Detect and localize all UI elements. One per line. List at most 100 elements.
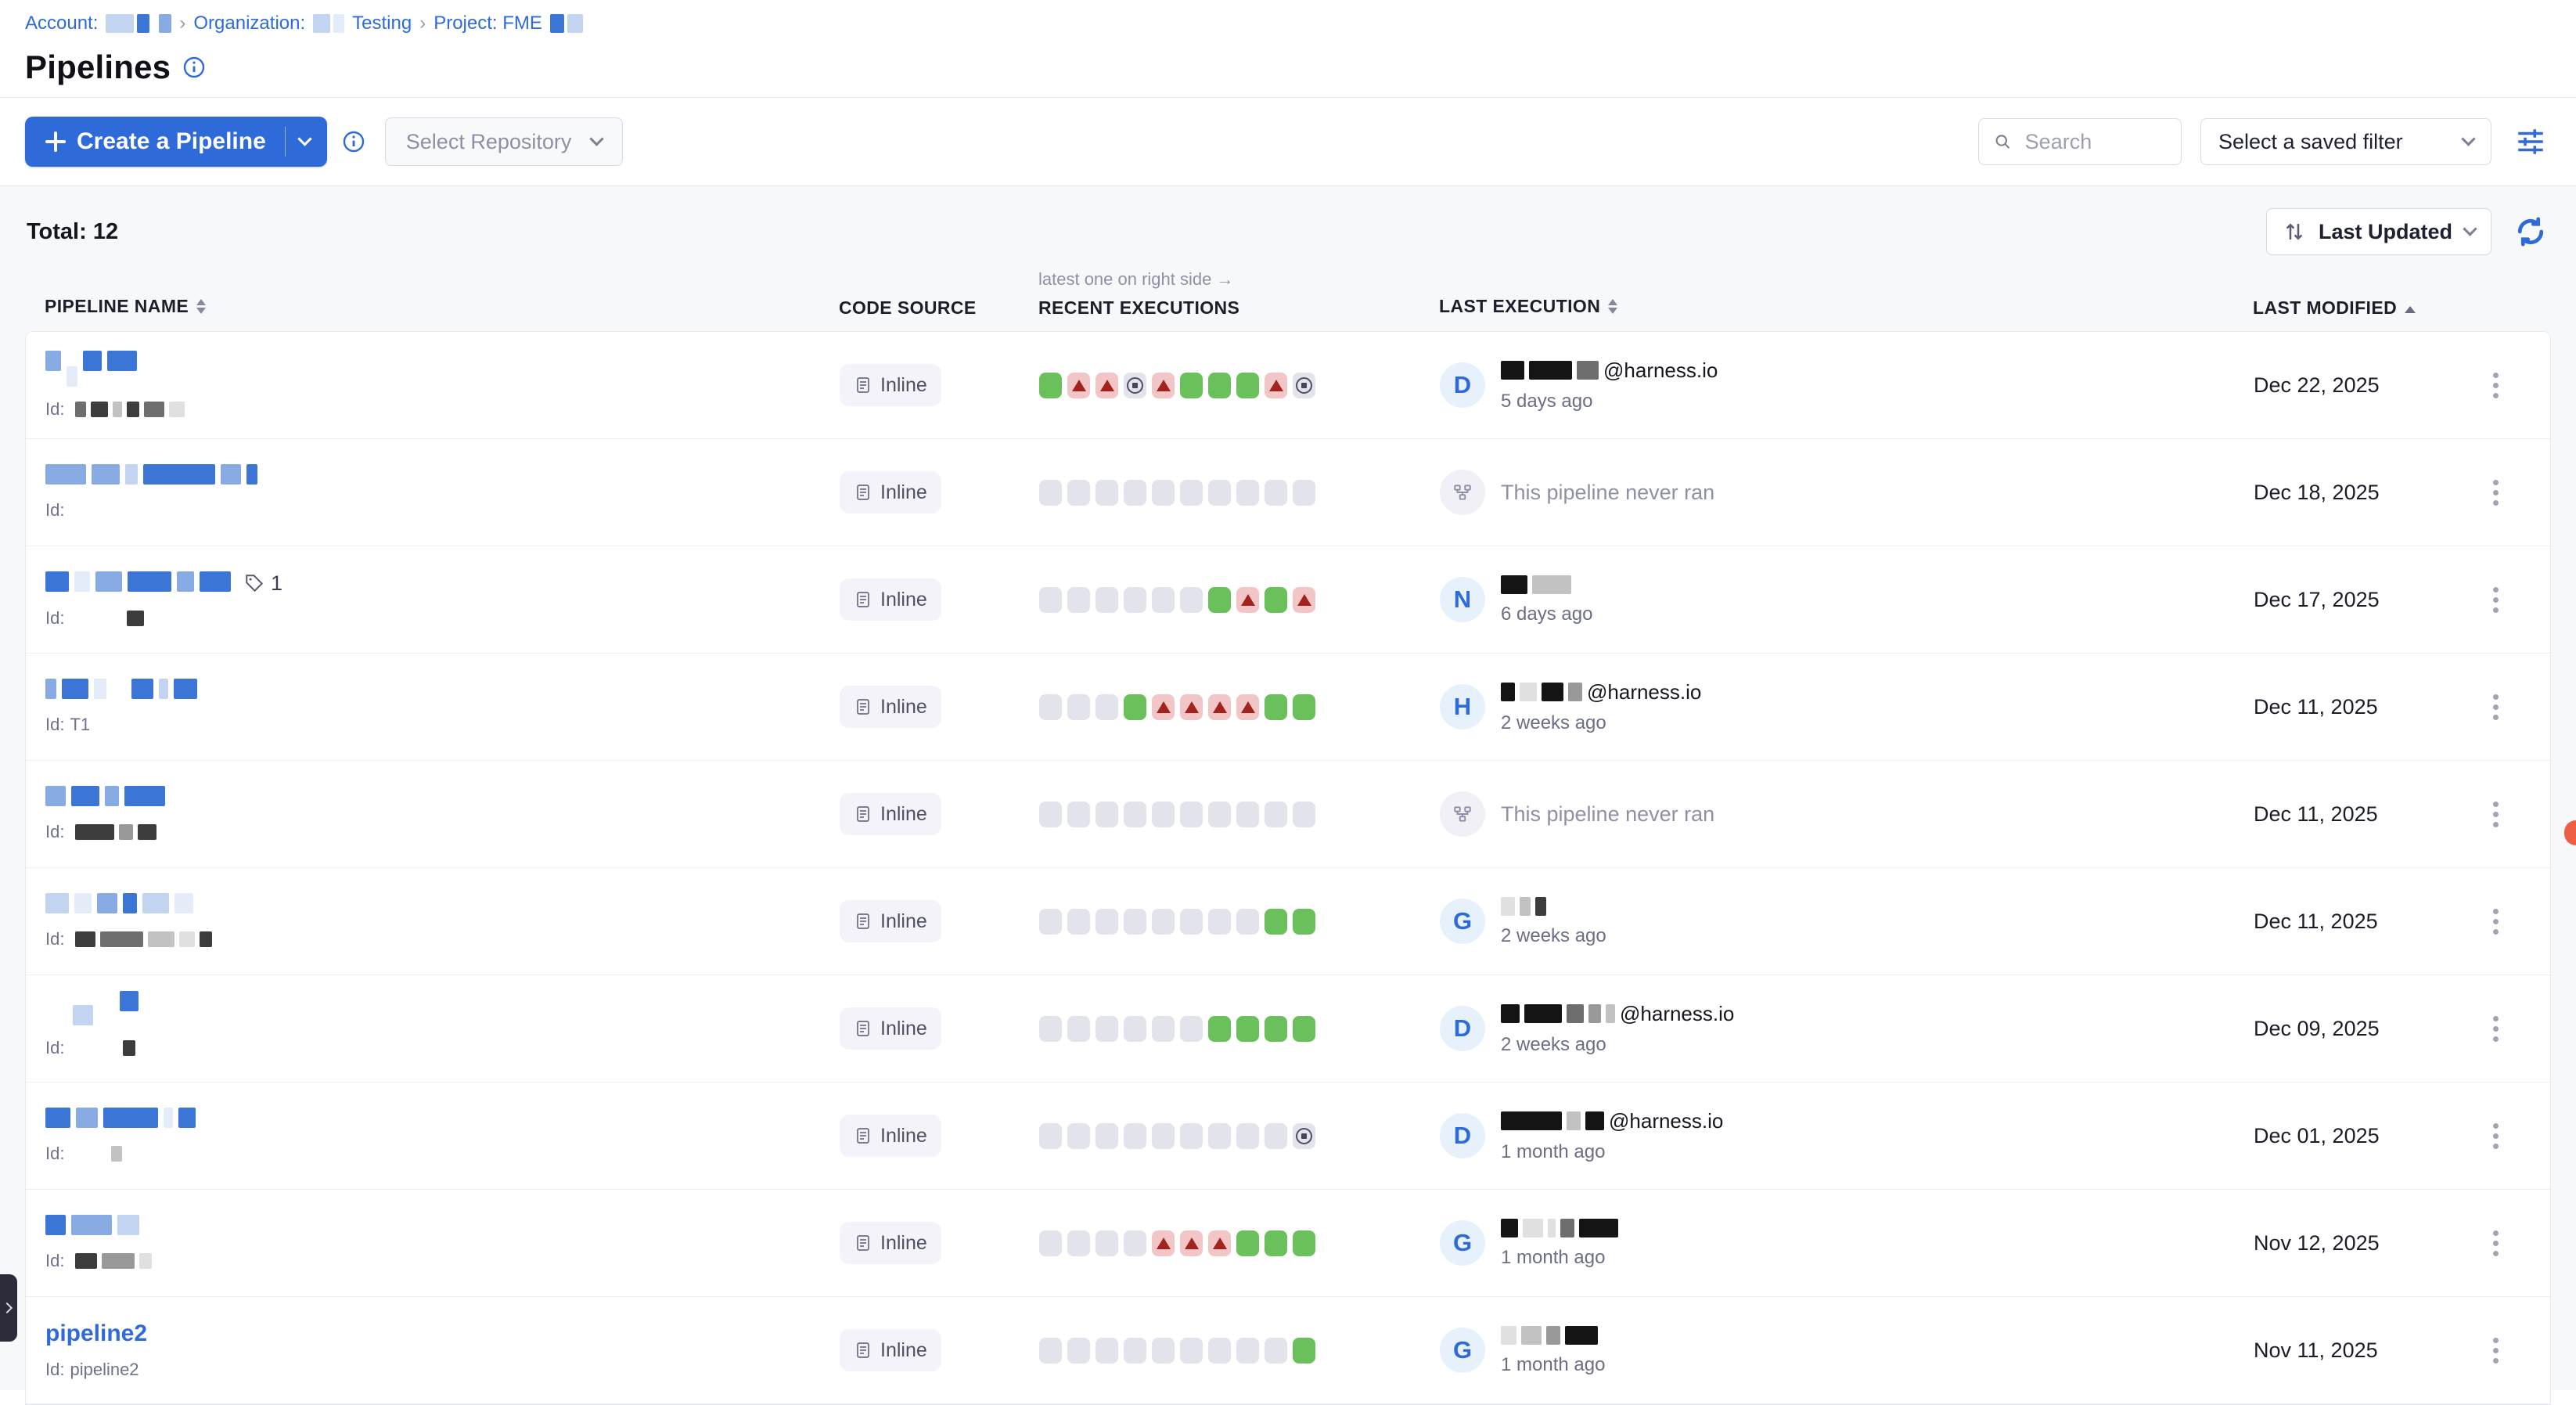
header-pipeline-name[interactable]: PIPELINE NAME xyxy=(45,296,189,317)
execution-success[interactable] xyxy=(1265,909,1287,935)
redacted-block xyxy=(200,571,231,592)
row-menu-button[interactable] xyxy=(2485,901,2506,942)
execution-success[interactable] xyxy=(1265,694,1287,720)
row-menu-button[interactable] xyxy=(2485,794,2506,835)
execution-aborted[interactable] xyxy=(1293,373,1315,398)
execution-success[interactable] xyxy=(1208,1016,1231,1042)
redacted-block xyxy=(112,679,126,699)
execution-failed[interactable] xyxy=(1208,1230,1231,1256)
breadcrumb-organization-link[interactable]: Organization: xyxy=(193,13,305,34)
redacted-block xyxy=(138,824,157,840)
sort-asc-icon[interactable] xyxy=(2405,301,2416,313)
redacted-block xyxy=(75,1040,118,1056)
execution-success[interactable] xyxy=(1236,1230,1259,1256)
execution-success[interactable] xyxy=(1293,694,1315,720)
search-box[interactable] xyxy=(1978,118,2182,165)
inline-file-icon xyxy=(854,1126,872,1145)
execution-empty xyxy=(1039,1123,1062,1149)
sort-toggle-icon[interactable] xyxy=(1608,294,1617,319)
inline-file-icon xyxy=(854,912,872,931)
execution-success[interactable] xyxy=(1265,1230,1287,1256)
execution-success[interactable] xyxy=(1293,909,1315,935)
execution-success[interactable] xyxy=(1293,1338,1315,1364)
inline-file-icon xyxy=(854,805,872,823)
execution-success[interactable] xyxy=(1208,587,1231,613)
execution-failed[interactable] xyxy=(1236,694,1259,720)
execution-failed[interactable] xyxy=(1067,373,1090,398)
redacted-block xyxy=(200,931,212,947)
breadcrumb-org-name[interactable]: Testing xyxy=(352,13,412,34)
breadcrumb-separator: › xyxy=(419,13,426,34)
execution-failed[interactable] xyxy=(1236,587,1259,613)
redacted-block xyxy=(123,1040,135,1056)
redacted-block xyxy=(45,1215,66,1235)
avatar: D xyxy=(1440,362,1485,408)
execution-empty xyxy=(1180,587,1203,613)
execution-failed[interactable] xyxy=(1265,373,1287,398)
recent-executions-cell xyxy=(1039,1230,1440,1256)
header-last-execution[interactable]: LAST EXECUTION xyxy=(1439,296,1600,317)
execution-aborted[interactable] xyxy=(1124,373,1146,398)
pipeline-id-redaction xyxy=(75,1040,135,1056)
row-menu-button[interactable] xyxy=(2485,1008,2506,1050)
select-repository-dropdown[interactable]: Select Repository xyxy=(385,117,624,166)
execution-empty xyxy=(1124,1230,1146,1256)
execution-success[interactable] xyxy=(1265,1016,1287,1042)
execution-failed[interactable] xyxy=(1152,373,1175,398)
code-source-cell: Inline xyxy=(840,578,1039,621)
filter-settings-button[interactable] xyxy=(2510,121,2551,162)
execution-success[interactable] xyxy=(1293,1016,1315,1042)
redacted-block xyxy=(45,679,56,699)
pipeline-name-cell: Id: xyxy=(26,786,840,842)
sort-dropdown[interactable]: Last Updated xyxy=(2266,208,2491,255)
search-input[interactable] xyxy=(2024,129,2167,155)
row-menu-button[interactable] xyxy=(2485,579,2506,621)
row-menu-button[interactable] xyxy=(2485,365,2506,406)
execution-failed[interactable] xyxy=(1180,1230,1203,1256)
execution-success[interactable] xyxy=(1236,1016,1259,1042)
redacted-block xyxy=(102,1253,135,1269)
redacted-block xyxy=(143,464,215,485)
execution-success[interactable] xyxy=(1180,373,1203,398)
pipeline-name-link[interactable]: pipeline2 xyxy=(45,1320,147,1347)
execution-success[interactable] xyxy=(1293,1230,1315,1256)
execution-success[interactable] xyxy=(1208,373,1231,398)
execution-failed[interactable] xyxy=(1152,1230,1175,1256)
page-header: Account: › Organization: Testing › Proje… xyxy=(0,0,2576,97)
execution-success[interactable] xyxy=(1236,373,1259,398)
breadcrumb-project-link[interactable]: Project: FME xyxy=(434,13,542,34)
redacted-block xyxy=(144,402,164,417)
execution-aborted[interactable] xyxy=(1293,1123,1315,1149)
breadcrumb-account-link[interactable]: Account: xyxy=(25,13,98,34)
execution-empty xyxy=(1096,802,1118,827)
info-icon[interactable] xyxy=(341,129,366,154)
refresh-button[interactable] xyxy=(2512,213,2549,250)
row-menu-button[interactable] xyxy=(2485,1330,2506,1371)
execution-failed[interactable] xyxy=(1293,587,1315,613)
create-pipeline-button[interactable]: Create a Pipeline xyxy=(25,117,327,167)
panel-expander-tab[interactable] xyxy=(0,1274,17,1342)
execution-success[interactable] xyxy=(1124,694,1146,720)
execution-failed[interactable] xyxy=(1208,694,1231,720)
never-ran-box: This pipeline never ran xyxy=(1440,470,2254,515)
saved-filter-dropdown[interactable]: Select a saved filter xyxy=(2200,118,2491,165)
execution-success[interactable] xyxy=(1265,587,1287,613)
header-last-modified[interactable]: LAST MODIFIED xyxy=(2253,297,2397,319)
execution-empty xyxy=(1124,480,1146,506)
execution-failed[interactable] xyxy=(1180,694,1203,720)
chevron-down-icon[interactable] xyxy=(297,131,311,146)
row-menu-button[interactable] xyxy=(2485,472,2506,513)
execution-failed[interactable] xyxy=(1096,373,1118,398)
redacted-block xyxy=(76,1108,98,1128)
row-menu-button[interactable] xyxy=(2485,686,2506,728)
execution-failed[interactable] xyxy=(1152,694,1175,720)
execution-empty xyxy=(1067,909,1090,935)
sort-toggle-icon[interactable] xyxy=(196,294,206,319)
inline-file-icon xyxy=(854,376,872,394)
info-icon[interactable] xyxy=(182,55,207,80)
row-menu-button[interactable] xyxy=(2485,1115,2506,1157)
executor-name xyxy=(1501,1324,1605,1346)
row-menu-button[interactable] xyxy=(2485,1223,2506,1264)
execution-success[interactable] xyxy=(1039,373,1062,398)
avatar: G xyxy=(1440,1328,1485,1373)
